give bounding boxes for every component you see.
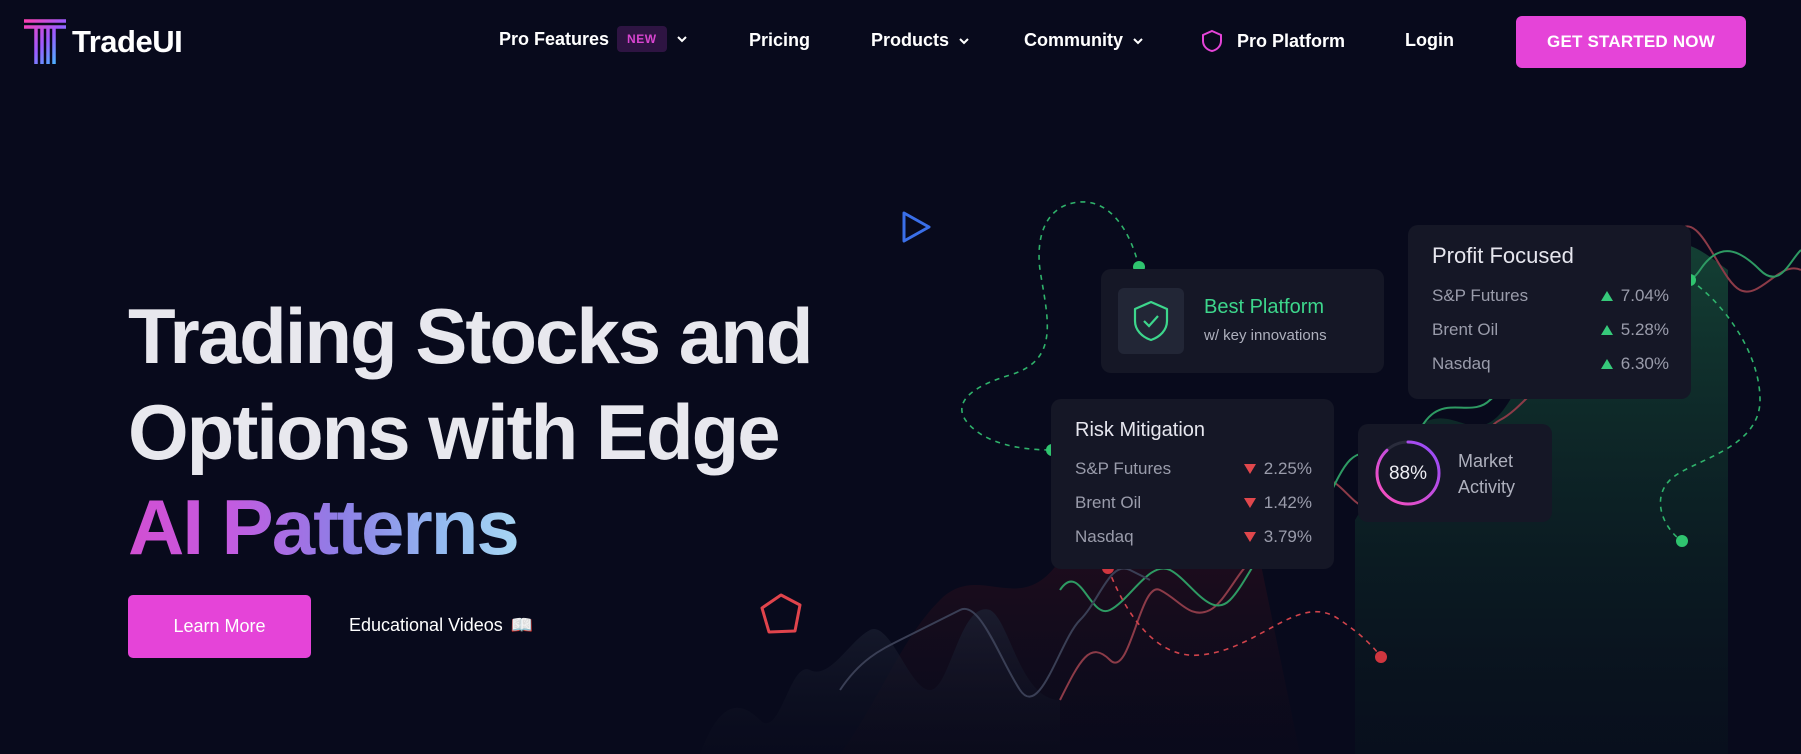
educational-videos-link[interactable]: Educational Videos 📖 [349, 615, 533, 636]
nav-products[interactable]: Products [871, 30, 971, 51]
new-badge: NEW [617, 26, 667, 52]
chevron-down-icon [676, 36, 687, 43]
ticker-value: 5.28% [1620, 320, 1669, 339]
label-line: Activity [1458, 477, 1516, 497]
pentagon-icon [760, 593, 802, 634]
nav-label: Pricing [749, 30, 811, 50]
brand-logo[interactable]: TradeUI [22, 18, 183, 66]
nav-pro-features[interactable]: Pro Features NEW [499, 26, 689, 52]
profit-focused-card: Profit Focused S&P Futures 7.04% Brent O… [1408, 225, 1691, 399]
nav-login[interactable]: Login [1405, 30, 1454, 51]
market-activity-label: Market Activity [1458, 448, 1515, 500]
shield-icon [1202, 29, 1222, 53]
chevron-down-icon [1133, 37, 1143, 44]
down-arrow-icon [1243, 532, 1256, 542]
nav-label: Community [1024, 30, 1123, 50]
best-platform-card: Best Platform w/ key innovations [1101, 269, 1384, 373]
up-arrow-icon [1600, 291, 1613, 301]
down-arrow-icon [1243, 464, 1256, 474]
label-line: Market [1458, 451, 1514, 471]
hero-title-line-1: Trading Stocks and [128, 292, 813, 380]
hero-title-line-3: AI Patterns [128, 483, 520, 571]
nav-label: Products [871, 30, 950, 50]
nav-label: Pro Platform [1237, 30, 1346, 51]
ticker-name: Nasdaq [1075, 527, 1134, 546]
nav-pricing[interactable]: Pricing [749, 30, 810, 51]
ticker-name: S&P Futures [1432, 286, 1529, 305]
ticker-value: 3.79% [1263, 527, 1312, 546]
nav-community[interactable]: Community [1024, 30, 1145, 51]
best-platform-subtitle: w/ key innovations [1204, 327, 1327, 344]
list-item: Brent Oil 1.42% [1075, 493, 1312, 513]
shield-check-icon [1118, 288, 1184, 354]
card-title: Risk Mitigation [1075, 419, 1206, 441]
card-title: Profit Focused [1432, 243, 1574, 268]
ticker-value: 2.25% [1263, 459, 1312, 478]
hero-title-line-2: Options with Edge [128, 388, 781, 476]
market-activity-card: 88% Market Activity [1358, 424, 1552, 522]
ticker-name: Nasdaq [1432, 354, 1491, 373]
learn-more-button[interactable]: Learn More [128, 595, 311, 658]
up-arrow-icon [1600, 325, 1613, 335]
nav-label: Login [1405, 30, 1454, 50]
list-item: S&P Futures 7.04% [1432, 286, 1669, 306]
list-item: Brent Oil 5.28% [1432, 320, 1669, 340]
up-arrow-icon [1600, 359, 1613, 369]
play-icon [902, 211, 931, 243]
list-item: Nasdaq 3.79% [1075, 527, 1312, 547]
tradeui-logo-icon [24, 19, 66, 64]
brand-name: TradeUI [72, 24, 183, 59]
down-arrow-icon [1243, 498, 1256, 508]
chevron-down-icon [959, 37, 969, 44]
book-icon: 📖 [510, 615, 534, 635]
list-item: S&P Futures 2.25% [1075, 459, 1312, 479]
ticker-name: S&P Futures [1075, 459, 1172, 478]
ticker-value: 6.30% [1620, 354, 1669, 373]
get-started-button[interactable]: GET STARTED NOW [1516, 16, 1746, 68]
ticker-name: Brent Oil [1075, 493, 1142, 512]
link-label: Educational Videos [349, 615, 503, 635]
market-activity-percent: 88% [1388, 463, 1428, 484]
risk-mitigation-card: Risk Mitigation S&P Futures 2.25% Brent … [1051, 399, 1334, 569]
ticker-name: Brent Oil [1432, 320, 1499, 339]
ticker-value: 7.04% [1620, 286, 1669, 305]
nav-pro-platform[interactable]: Pro Platform [1201, 29, 1345, 53]
list-item: Nasdaq 6.30% [1432, 354, 1669, 374]
best-platform-title: Best Platform [1204, 296, 1325, 318]
nav-label: Pro Features [499, 28, 610, 49]
ticker-value: 1.42% [1263, 493, 1312, 512]
